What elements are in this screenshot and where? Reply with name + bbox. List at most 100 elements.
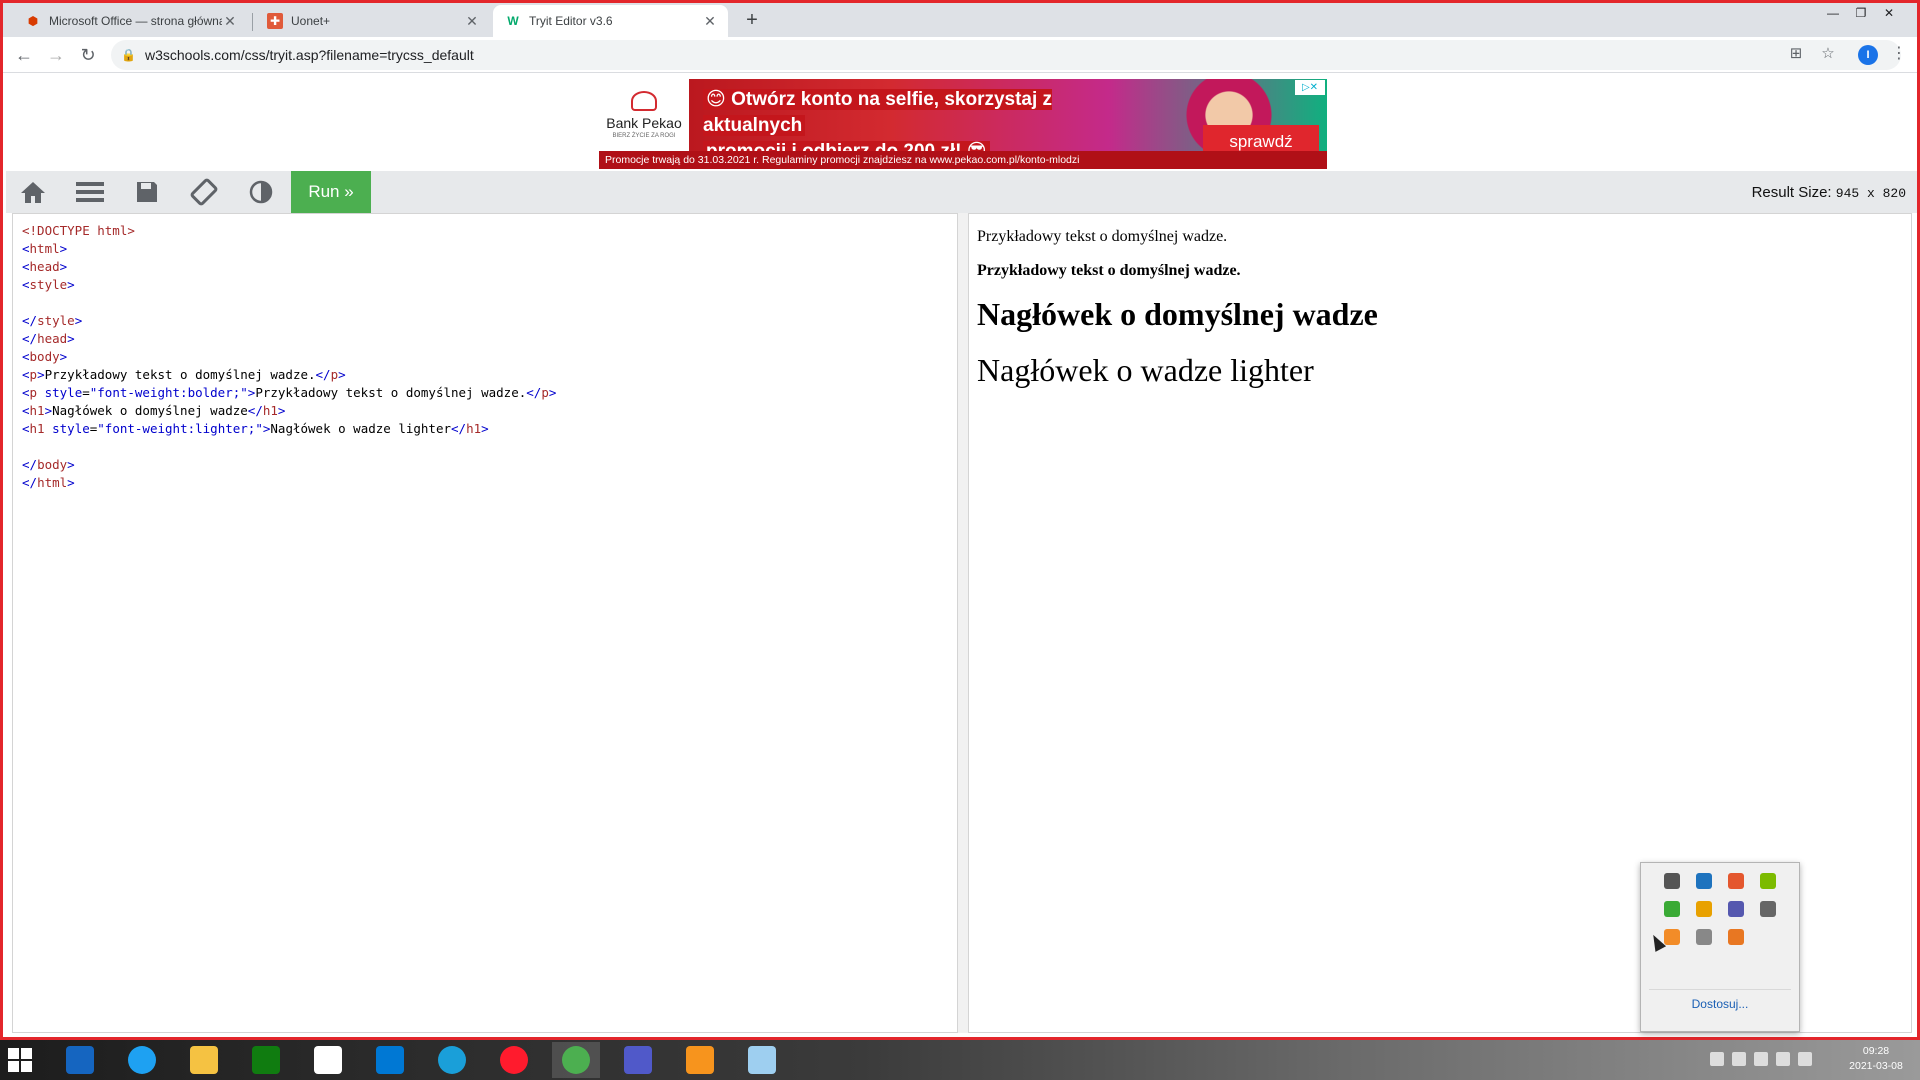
tray-app-icon[interactable] [1720,929,1752,945]
code-line[interactable]: <body> [22,348,948,366]
tray-app-icon[interactable] [1688,901,1720,917]
tray-app-icon[interactable] [1720,901,1752,917]
code-line[interactable]: <p>Przykładowy tekst o domyślnej wadze.<… [22,366,948,384]
minimize-button[interactable]: — [1819,3,1847,25]
pdf-icon [686,1046,714,1074]
bank-pekao-logo: Bank Pekao BIERZ ŻYCIE ZA ROGI [599,79,689,151]
tray-app-icon-glyph [1664,901,1680,917]
ad-disclaimer: Promocje trwają do 31.03.2021 r. Regulam… [599,151,1327,169]
customize-link[interactable]: Dostosuj... [1641,997,1799,1011]
close-tab-icon[interactable]: ✕ [702,13,718,30]
taskbar-clock[interactable]: 09:28 2021-03-08 [1838,1044,1914,1074]
ad-banner[interactable]: Bank Pekao BIERZ ŻYCIE ZA ROGI 😊 Otwórz … [599,79,1327,169]
tray-app-icon-glyph [1664,929,1680,945]
close-window-button[interactable]: ✕ [1875,3,1903,25]
adchoices-icon[interactable]: ▷✕ [1295,80,1325,95]
tray-app-icon[interactable] [1688,929,1720,945]
code-line[interactable]: <h1>Nagłówek o domyślnej wadze</h1> [22,402,948,420]
tray-app-icon-glyph [1696,901,1712,917]
close-tab-icon[interactable]: ✕ [464,13,480,30]
back-icon[interactable]: ← [11,42,37,68]
bookmark-star-icon[interactable]: ☆ [1818,44,1838,64]
code-line[interactable]: </body> [22,456,948,474]
url-text[interactable]: w3schools.com/css/tryit.asp?filename=try… [145,47,474,63]
translate-icon[interactable]: ⊞ [1786,44,1806,64]
pdf-taskbar-button[interactable] [676,1042,724,1078]
tray-popup-separator [1649,989,1791,990]
store-taskbar-button[interactable] [242,1042,290,1078]
security-icon[interactable] [1732,1052,1746,1066]
edge-icon [438,1046,466,1074]
code-line[interactable]: <style> [22,276,948,294]
browser-menu-icon[interactable]: ⋮ [1891,43,1907,63]
code-editor[interactable]: <!DOCTYPE html> <html> <head> <style> </sty… [12,213,958,1033]
tab-tryit-editor[interactable]: W Tryit Editor v3.6 ✕ [493,5,728,37]
mail-taskbar-button[interactable] [366,1042,414,1078]
reload-icon[interactable]: ↻ [75,42,101,68]
save-icon[interactable] [120,171,174,213]
code-line[interactable]: </head> [22,330,948,348]
internet-explorer-icon [128,1046,156,1074]
code-line[interactable]: <p style="font-weight:bolder;">Przykłado… [22,384,948,402]
home-taskbar-button[interactable] [304,1042,352,1078]
show-hidden-icons-icon[interactable] [1710,1052,1724,1066]
code-line[interactable]: <h1 style="font-weight:lighter;">Nagłówe… [22,420,948,438]
restore-button[interactable]: ❐ [1847,3,1875,25]
tray-app-icon-glyph [1728,901,1744,917]
code-line[interactable] [22,294,948,312]
w3schools-icon: W [507,14,519,28]
address-bar[interactable]: 🔒 w3schools.com/css/tryit.asp?filename=t… [111,40,1901,70]
volume-icon[interactable] [1798,1052,1812,1066]
result-heading-default: Nagłówek o domyślnej wadze [977,296,1378,332]
teams-taskbar-button[interactable] [614,1042,662,1078]
profile-avatar[interactable]: I [1858,45,1878,65]
notes-taskbar-button[interactable] [738,1042,786,1078]
edge-taskbar-button[interactable] [428,1042,476,1078]
browser-window: ⬢ Microsoft Office — strona główna ✕ ✚ U… [0,0,1920,1040]
tray-app-icon[interactable] [1656,901,1688,917]
code-line[interactable]: </style> [22,312,948,330]
lenovo-taskbar-button[interactable] [56,1042,104,1078]
lock-icon[interactable]: 🔒 [121,48,137,62]
battery-icon[interactable] [1754,1052,1768,1066]
tray-app-icon[interactable] [1656,873,1688,889]
code-line[interactable]: <head> [22,258,948,276]
menu-icon[interactable] [63,171,117,213]
tray-icon-grid [1656,873,1786,945]
chrome-taskbar-button[interactable] [552,1042,600,1078]
theme-toggle-icon[interactable] [234,171,288,213]
forward-icon[interactable]: → [43,42,69,68]
result-heading-lighter: Nagłówek o wadze lighter [977,352,1314,388]
code-line[interactable]: <!DOCTYPE html> [22,222,948,240]
opera-taskbar-button[interactable] [490,1042,538,1078]
store-icon [252,1046,280,1074]
notes-icon [748,1046,776,1074]
tray-app-icon[interactable] [1688,873,1720,889]
code-line[interactable]: <html> [22,240,948,258]
tab-bar: ⬢ Microsoft Office — strona główna ✕ ✚ U… [3,3,1917,37]
tab-microsoft-office[interactable]: ⬢ Microsoft Office — strona główna ✕ [13,5,248,37]
tray-app-icon[interactable] [1752,901,1784,917]
code-line[interactable] [22,438,948,456]
tray-app-icon-glyph [1728,873,1744,889]
tray-app-icon[interactable] [1752,873,1784,889]
tab-uonet[interactable]: ✚ Uonet+ ✕ [255,5,490,37]
tray-app-icon[interactable] [1720,873,1752,889]
tray-app-icon-glyph [1760,873,1776,889]
uonet-icon: ✚ [267,13,283,29]
run-button[interactable]: Run » [291,171,371,213]
bison-logo-icon [631,91,657,111]
network-icon[interactable] [1776,1052,1790,1066]
opera-icon [500,1046,528,1074]
pane-divider[interactable] [958,213,968,1033]
new-tab-button[interactable]: + [741,9,763,31]
rotate-orientation-icon[interactable] [177,171,231,213]
tray-app-icon-glyph [1728,929,1744,945]
file-explorer-taskbar-button[interactable] [180,1042,228,1078]
result-paragraph-bolder: Przykładowy tekst o domyślnej wadze. [977,262,1241,279]
code-line[interactable]: </html> [22,474,948,492]
start-button[interactable] [8,1048,32,1072]
internet-explorer-taskbar-button[interactable] [118,1042,166,1078]
home-icon[interactable] [6,171,60,213]
close-tab-icon[interactable]: ✕ [222,13,238,30]
